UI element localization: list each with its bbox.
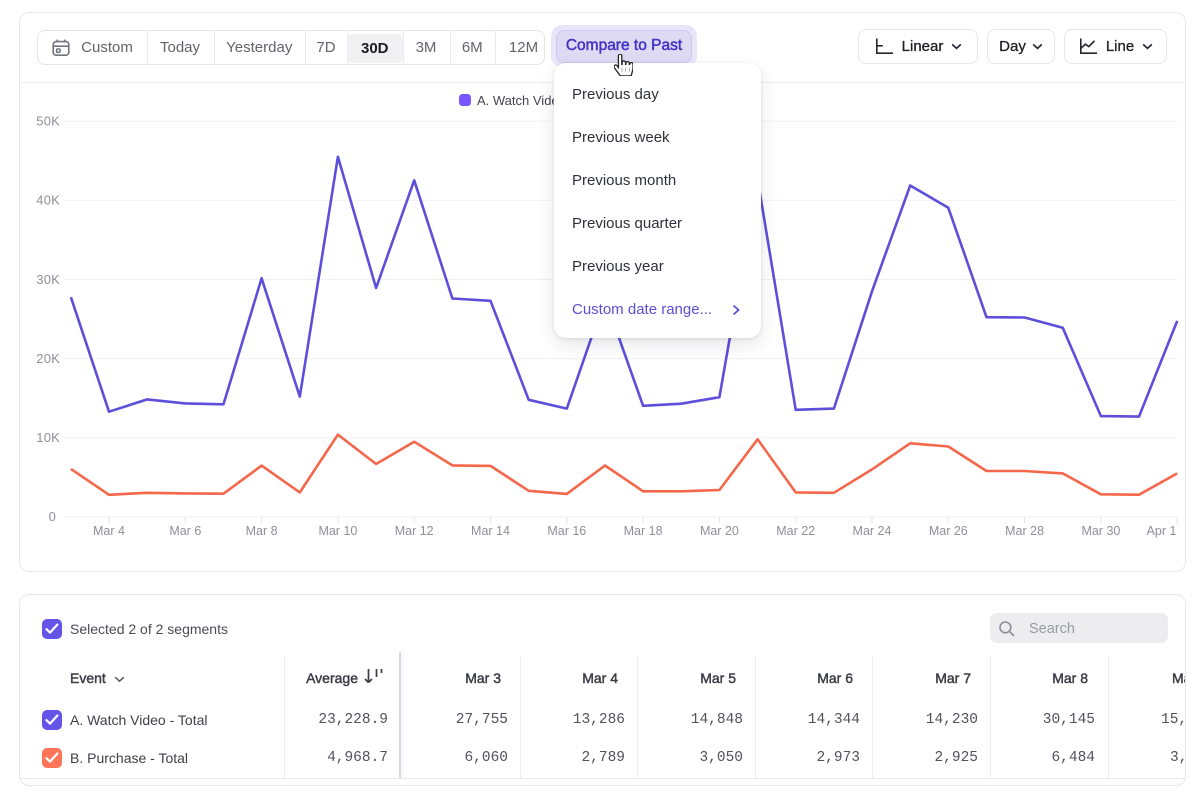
svg-text:Mar 18: Mar 18 (624, 524, 663, 538)
svg-text:10K: 10K (36, 430, 60, 445)
svg-text:50K: 50K (36, 114, 60, 129)
svg-text:20K: 20K (36, 351, 60, 366)
svg-text:Mar 16: Mar 16 (547, 524, 586, 538)
svg-text:40K: 40K (36, 193, 60, 208)
svg-text:Apr 1: Apr 1 (1147, 524, 1177, 538)
svg-text:Mar 8: Mar 8 (246, 524, 278, 538)
svg-text:0: 0 (49, 509, 56, 524)
svg-text:Mar 20: Mar 20 (700, 524, 739, 538)
svg-text:Mar 26: Mar 26 (929, 524, 968, 538)
svg-text:Mar 14: Mar 14 (471, 524, 510, 538)
svg-text:Mar 10: Mar 10 (318, 524, 357, 538)
svg-text:Mar 12: Mar 12 (395, 524, 434, 538)
svg-text:Mar 24: Mar 24 (853, 524, 892, 538)
svg-text:Mar 6: Mar 6 (169, 524, 201, 538)
svg-text:Mar 30: Mar 30 (1081, 524, 1120, 538)
svg-text:Mar 4: Mar 4 (93, 524, 125, 538)
svg-text:Mar 28: Mar 28 (1005, 524, 1044, 538)
svg-text:30K: 30K (36, 272, 60, 287)
svg-text:Mar 22: Mar 22 (776, 524, 815, 538)
